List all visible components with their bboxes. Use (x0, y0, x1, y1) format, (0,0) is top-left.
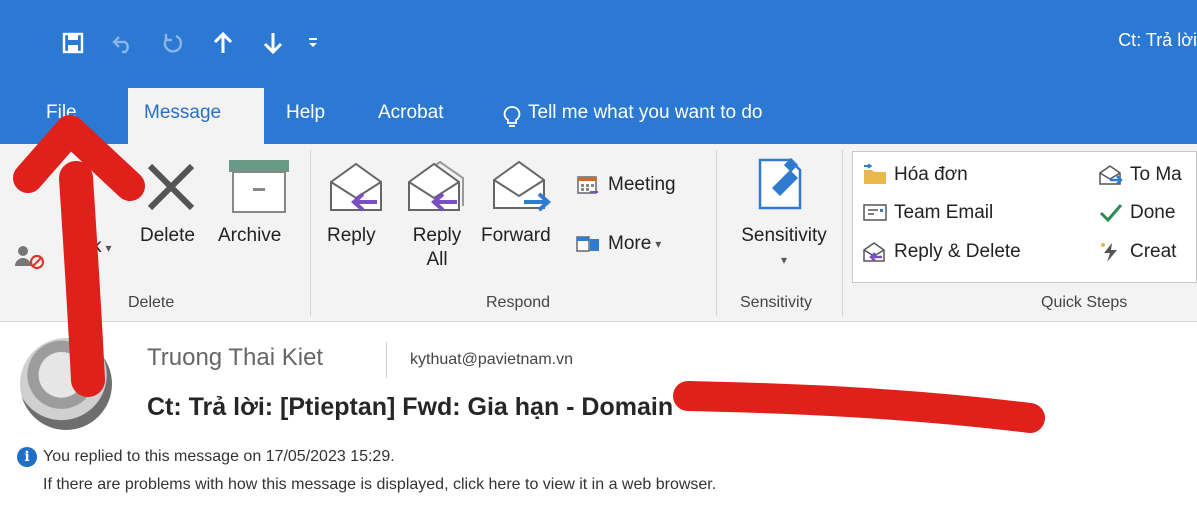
reply-button[interactable]: Reply (327, 224, 376, 248)
sender-email[interactable]: kythuat@pavietnam.vn (410, 351, 573, 369)
quick-step-label: To Ma (1130, 164, 1182, 185)
checkmark-icon (1098, 202, 1124, 224)
quick-step-hoa-don[interactable]: Hóa đơn (862, 163, 968, 186)
reply-all-icon[interactable] (405, 156, 471, 221)
lightbulb-icon (502, 99, 522, 127)
save-icon[interactable] (48, 26, 98, 60)
quick-step-label: Hóa đơn (894, 164, 968, 185)
more-respond-icon (576, 233, 602, 255)
up-arrow-icon[interactable] (198, 26, 248, 60)
archive-button[interactable]: Archive (218, 224, 281, 248)
quick-step-label: Done (1130, 202, 1176, 223)
tab-message[interactable]: Message (128, 88, 264, 144)
respond-group-label: Respond (486, 294, 551, 311)
forward-button[interactable]: Forward (481, 224, 551, 248)
tab-tell-me[interactable]: Tell me what you want to do (486, 88, 778, 144)
title-bar: Ct: Trả lời (0, 0, 1197, 88)
quick-step-create-new[interactable]: Creat (1098, 241, 1176, 263)
reply-all-line1: Reply (412, 225, 462, 246)
to-manager-icon (1098, 164, 1124, 186)
reply-delete-icon (862, 241, 888, 263)
quick-step-to-manager[interactable]: To Ma (1098, 164, 1182, 186)
down-arrow-icon[interactable] (248, 26, 298, 60)
delete-button[interactable]: Delete (140, 224, 195, 248)
reply-all-line2: All (426, 249, 448, 270)
header-divider (386, 342, 387, 378)
message-subject: Ct: Trả lời: [Ptieptan] Fwd: Gia hạn - D… (147, 393, 674, 421)
ignore-label[interactable]: k ▾ (92, 235, 112, 260)
ribbon: k ▾ Delete Archive Delete Reply Reply All… (0, 144, 1197, 322)
customize-icon[interactable] (298, 26, 328, 60)
redo-icon[interactable] (148, 26, 198, 60)
meeting-button[interactable]: Meeting (576, 174, 676, 196)
replied-info[interactable]: You replied to this message on 17/05/202… (43, 448, 395, 466)
sender-avatar[interactable] (20, 338, 112, 430)
tab-help[interactable]: Help (270, 88, 341, 144)
delete-group-label: Delete (128, 294, 175, 311)
group-divider (310, 150, 311, 316)
archive-icon[interactable] (227, 158, 291, 219)
info-icon: i (17, 447, 37, 467)
meeting-label: Meeting (608, 174, 676, 195)
group-divider (842, 150, 843, 316)
quick-step-done[interactable]: Done (1098, 202, 1175, 224)
quick-access-toolbar (48, 26, 328, 60)
delete-icon[interactable] (142, 158, 200, 221)
ribbon-tabs: File Message Help Acrobat Tell me what y… (0, 88, 1197, 144)
quick-step-label: Team Email (894, 202, 994, 223)
reply-icon[interactable] (327, 160, 385, 221)
group-divider (716, 150, 717, 316)
tab-acrobat[interactable]: Acrobat (362, 88, 459, 144)
calendar-icon (576, 174, 602, 196)
more-respond-button[interactable]: More ▾ (576, 233, 661, 255)
reply-all-button[interactable]: Reply All (402, 224, 472, 272)
sensitivity-button[interactable]: Sensitivity ▾ (729, 224, 839, 272)
more-label: More (608, 233, 652, 254)
annotation-redaction-stroke (673, 381, 1045, 433)
sensitivity-button-label: Sensitivity (741, 225, 827, 246)
sensitivity-icon[interactable] (756, 154, 804, 217)
quick-step-team-email[interactable]: Team Email (862, 202, 993, 224)
tell-me-label: Tell me what you want to do (528, 102, 763, 123)
lightning-icon (1098, 241, 1124, 263)
sender-name[interactable]: Truong Thai Kiet (147, 344, 323, 372)
quick-steps-group-label: Quick Steps (1041, 294, 1128, 311)
ignore-icon[interactable] (14, 244, 48, 275)
quick-step-reply-delete[interactable]: Reply & Delete (862, 241, 1021, 263)
team-email-icon (862, 202, 888, 224)
sensitivity-group-label: Sensitivity (740, 294, 813, 311)
tab-file[interactable]: File (30, 88, 93, 144)
undo-icon[interactable] (98, 26, 148, 60)
browser-view-info[interactable]: If there are problems with how this mess… (43, 476, 716, 494)
quick-step-label: Creat (1130, 241, 1177, 262)
window-title: Ct: Trả lời (1118, 30, 1197, 50)
folder-move-icon (862, 163, 888, 186)
quick-step-label: Reply & Delete (894, 241, 1021, 262)
forward-icon[interactable] (490, 158, 554, 221)
